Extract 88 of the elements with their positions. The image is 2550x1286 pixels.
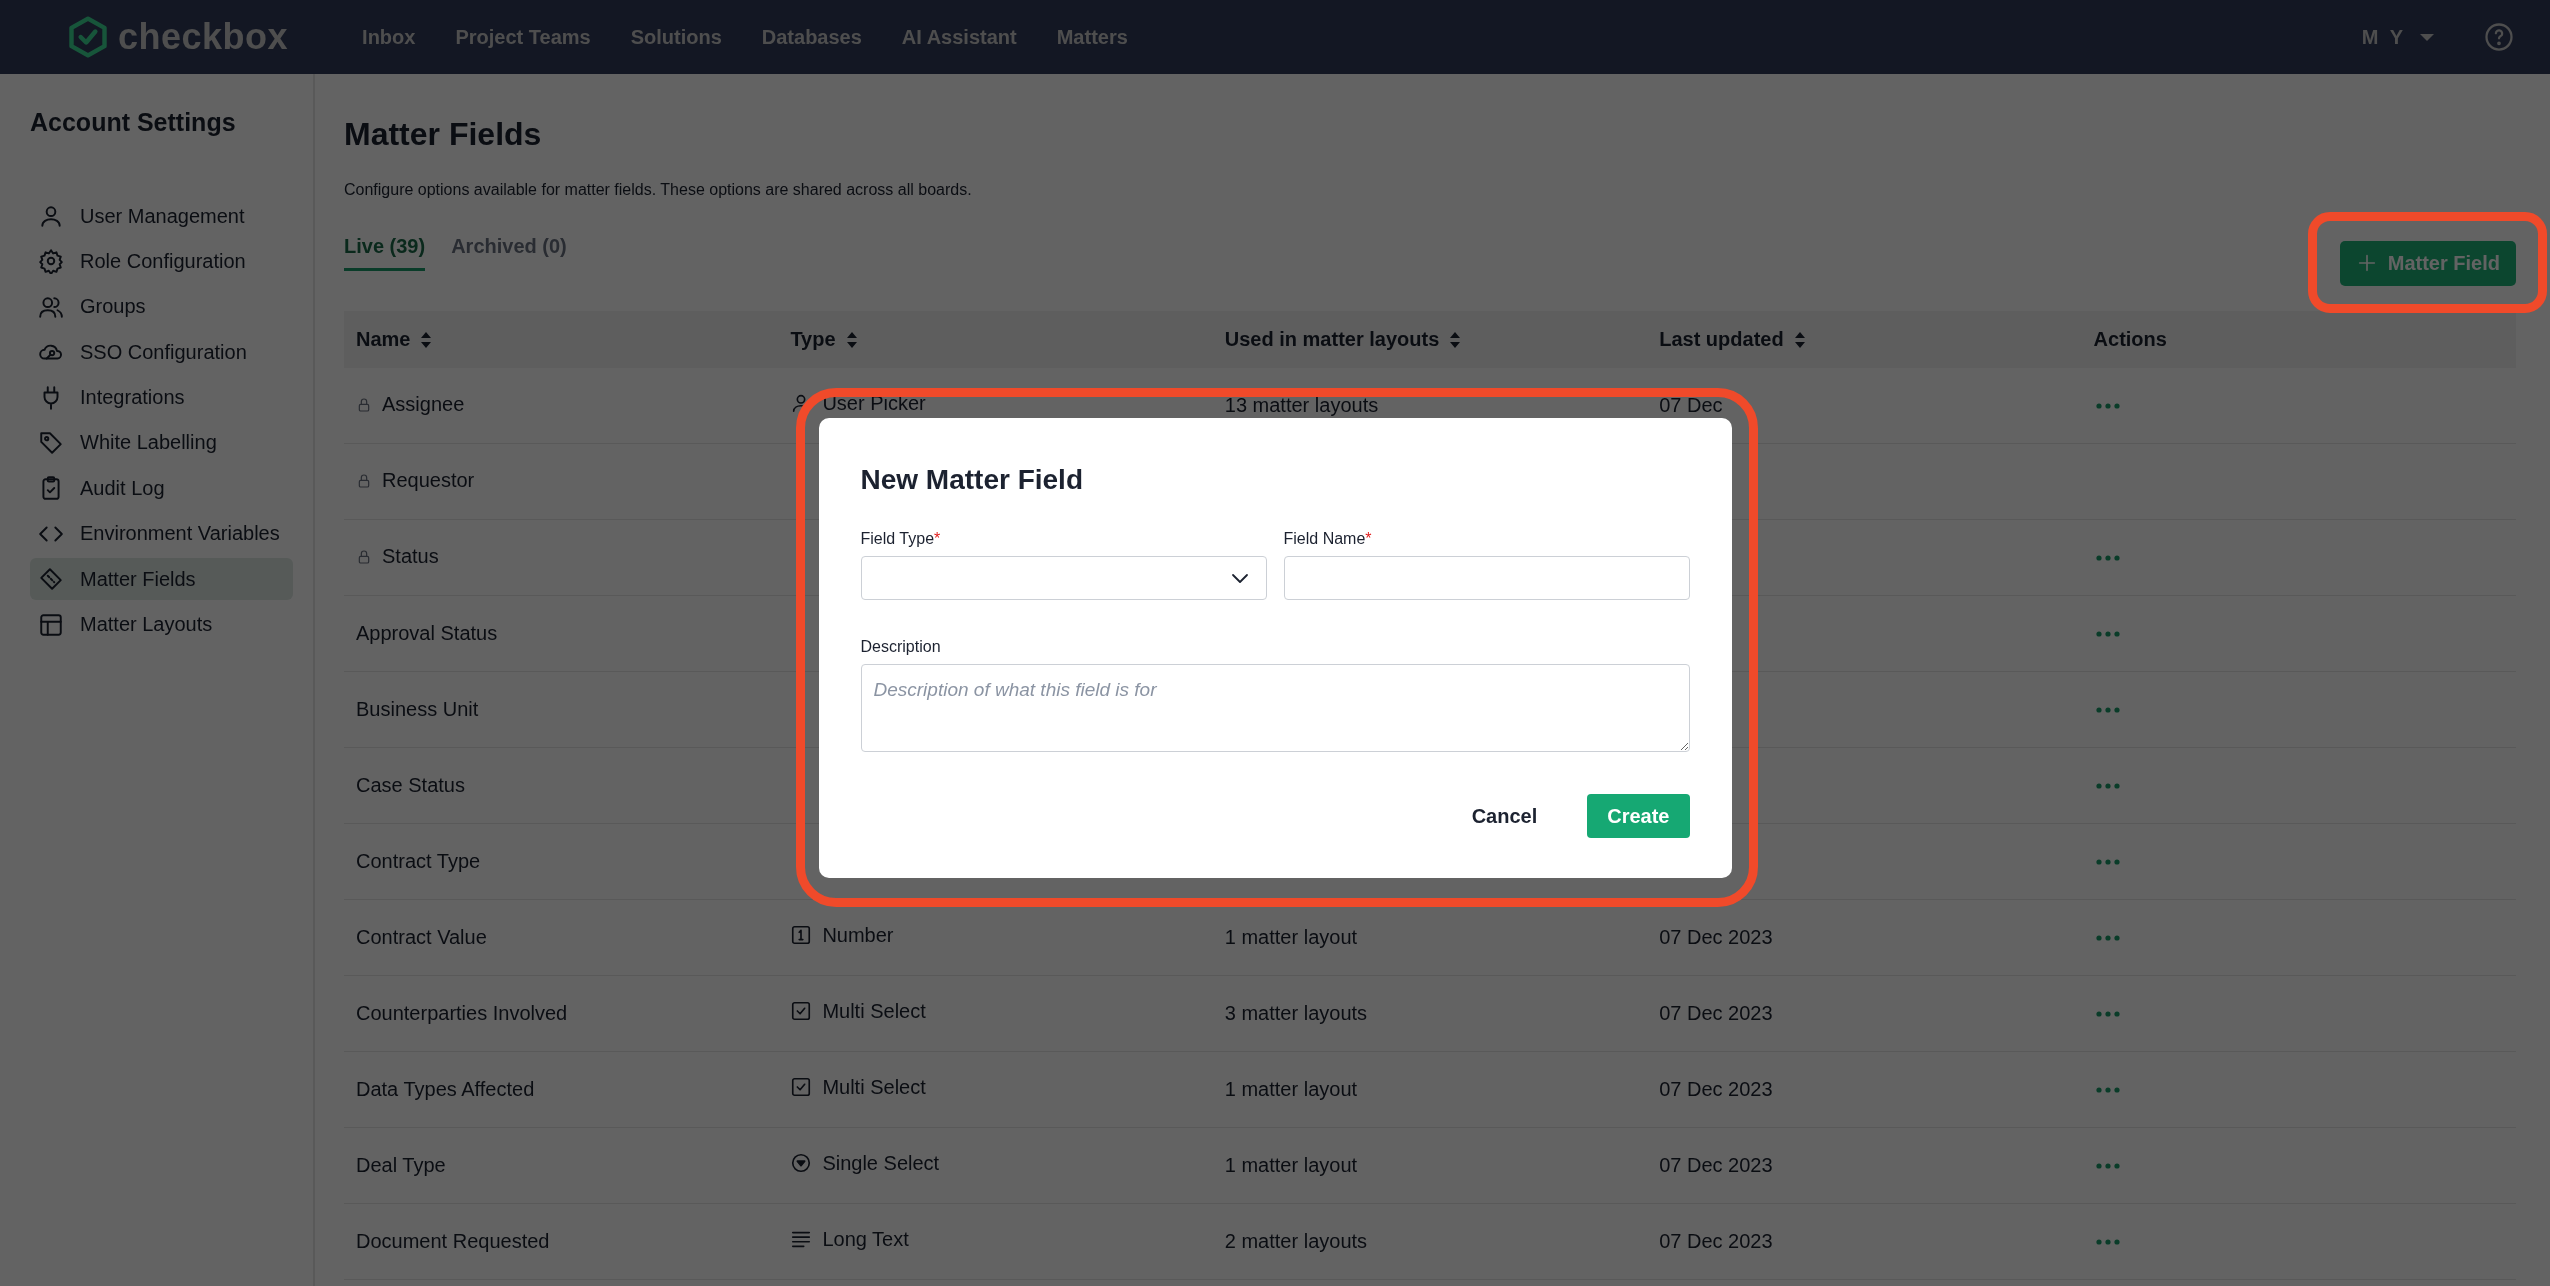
ticket-icon (38, 566, 64, 593)
table-cell: Multi Select (822, 1075, 926, 1099)
table-cell: Data Types Affected (356, 1078, 535, 1101)
sidebar-item[interactable]: Role Configuration (30, 240, 293, 283)
add-matter-field-button[interactable]: Matter Field (2339, 240, 2516, 286)
table-cell: Counterparties Involved (356, 1002, 568, 1025)
sidebar-item[interactable]: Integrations (30, 376, 293, 419)
description-input[interactable]: Description of what this field is for (860, 664, 1690, 752)
table-cell: Assignee (382, 393, 465, 417)
sidebar-item[interactable]: Audit Log (30, 467, 293, 510)
column-header: Actions (2093, 328, 2167, 351)
table-cell: Number (822, 923, 894, 947)
table-cell: 1 matter layout (1224, 1078, 1358, 1100)
sidebar-item[interactable]: Environment Variables (30, 512, 293, 555)
more-icon[interactable] (2095, 402, 2120, 409)
table-cell: 07 Dec 2023 (1659, 1154, 1773, 1176)
table-cell: Status (382, 545, 439, 569)
sidebar-item[interactable]: White Labelling (30, 421, 293, 464)
create-button[interactable]: Create (1587, 794, 1690, 838)
layout-icon (38, 611, 64, 638)
lock-icon (356, 548, 372, 565)
tab[interactable]: Live (39) (344, 235, 426, 271)
user-icon (38, 203, 64, 229)
more-icon[interactable] (2095, 934, 2120, 941)
column-header: Last updated (1659, 328, 1784, 351)
field-label: Field Name* (1283, 530, 1373, 548)
table-cell: Contract Type (356, 850, 481, 873)
table-cell: 07 Dec 2023 (1659, 1078, 1773, 1100)
field-type-dropdown[interactable] (860, 556, 1267, 600)
tab[interactable]: Archived (0) (451, 235, 567, 271)
sidebar-item[interactable]: Matter Fields (30, 558, 293, 601)
more-icon[interactable] (2095, 1086, 2120, 1093)
more-icon[interactable] (2095, 858, 2120, 865)
more-icon[interactable] (2095, 1238, 2120, 1245)
table-cell: Approval Status (356, 622, 498, 645)
lock-icon (356, 472, 372, 489)
sidebar-item[interactable]: SSO Configuration (30, 331, 293, 374)
number-icon (790, 924, 813, 947)
sidebar-title: Account Settings (30, 108, 237, 137)
column-header: Used in matter layouts (1224, 328, 1440, 351)
settings-icon (38, 248, 64, 275)
field-name-input[interactable] (1283, 556, 1690, 600)
table-cell: Single Select (822, 1151, 940, 1175)
table-cell: Case Status (356, 774, 465, 797)
more-icon[interactable] (2095, 706, 2120, 713)
table-cell: Deal Type (356, 1154, 446, 1177)
more-icon[interactable] (2095, 1162, 2120, 1169)
caret-icon[interactable] (2420, 33, 2434, 41)
sort-icon[interactable] (1449, 330, 1462, 349)
more-icon[interactable] (2095, 630, 2120, 637)
tag-icon (38, 429, 64, 456)
table-cell: 13 matter layouts (1224, 394, 1379, 416)
sidebar-item[interactable]: Matter Layouts (30, 603, 293, 646)
column-header: Name (356, 328, 411, 351)
more-icon[interactable] (2095, 1010, 2120, 1017)
table-cell: 07 Dec (1659, 394, 1723, 416)
table-cell: Business Unit (356, 698, 479, 721)
table-cell: 07 Dec 2023 (1659, 926, 1773, 948)
table-cell: 1 matter layout (1224, 1154, 1358, 1176)
table-cell: 3 matter layouts (1224, 1002, 1368, 1024)
table-cell: 07 Dec 2023 (1659, 1002, 1773, 1024)
dropdown-circle-icon (790, 1152, 813, 1175)
sort-icon[interactable] (1793, 330, 1806, 349)
more-icon[interactable] (2095, 782, 2120, 789)
hexagon-check-icon (66, 15, 110, 59)
table-cell: 07 Dec 2023 (1659, 1230, 1773, 1252)
sort-icon[interactable] (845, 330, 858, 349)
table-cell: Multi Select (822, 999, 926, 1023)
column-header: Type (790, 328, 836, 351)
sidebar-item[interactable]: Groups (30, 285, 293, 328)
lock-icon (356, 396, 372, 413)
table-cell: 1 matter layout (1224, 926, 1358, 948)
checkbox-icon (790, 1000, 813, 1023)
table-cell: Requestor (382, 469, 475, 493)
dialog-title: New Matter Field (860, 464, 1084, 496)
table-cell: Contract Value (356, 926, 487, 949)
sidebar-item[interactable]: User Management (30, 195, 293, 237)
table-cell: 2 matter layouts (1224, 1230, 1368, 1252)
field-label: Field Type* (860, 530, 942, 548)
page-description: Configure options available for matter fields. These options are shared across all boards. (344, 181, 973, 199)
table-cell: Long Text (822, 1227, 909, 1251)
page-title: Matter Fields (344, 116, 543, 153)
checkbox-icon (790, 1076, 813, 1099)
help-icon (2484, 22, 2514, 52)
table-cell: Document Requested (356, 1230, 550, 1253)
more-icon[interactable] (2095, 554, 2120, 561)
field-label: Description (860, 638, 942, 656)
sort-icon[interactable] (420, 330, 433, 349)
